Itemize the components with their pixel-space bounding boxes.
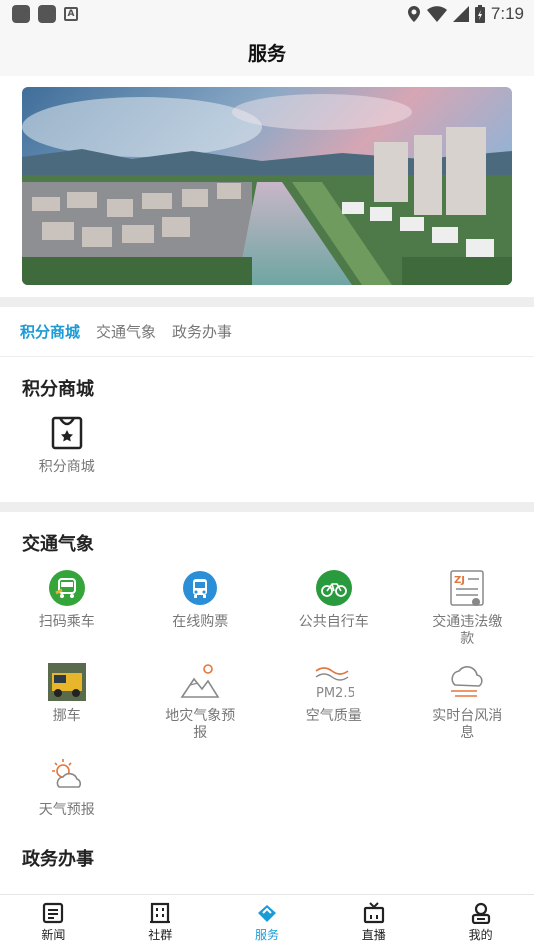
signal-icon xyxy=(452,6,469,22)
service-scan-to-ride[interactable]: 扫码乘车 xyxy=(0,568,134,648)
traffic-fine-icon: ZJ xyxy=(447,568,487,608)
banner-image[interactable] xyxy=(22,87,512,285)
typhoon-icon xyxy=(447,662,487,702)
air-quality-icon: PM2.5 xyxy=(314,662,354,702)
nav-label: 社群 xyxy=(148,928,173,942)
section-traffic-weather: 交通气象 扫码乘车 在线购票 公共自行车 ZJ 交通违法缴款 挪车 地灾气象预报… xyxy=(0,512,534,819)
section-points-mall: 积分商城 积分商城 xyxy=(0,357,534,476)
nav-label: 我的 xyxy=(468,928,493,942)
service-label: 积分商城 xyxy=(38,459,95,475)
tv-icon xyxy=(363,902,384,924)
service-typhoon-news[interactable]: 实时台风消息 xyxy=(401,662,534,742)
nav-label: 服务 xyxy=(254,928,279,942)
service-icon xyxy=(257,905,276,922)
nav-label: 新闻 xyxy=(41,928,66,942)
shopping-bag-icon xyxy=(47,413,87,453)
service-label: 在线购票 xyxy=(172,614,229,630)
service-label: 空气质量 xyxy=(305,708,362,724)
banner-container xyxy=(0,76,534,297)
service-label: 地灾气象预报 xyxy=(165,708,236,741)
service-online-ticket[interactable]: 在线购票 xyxy=(134,568,268,648)
clock: 7:19 xyxy=(490,4,524,23)
service-label: 实时台风消息 xyxy=(432,708,503,741)
location-icon xyxy=(407,6,420,22)
section-title: 交通气象 xyxy=(22,534,94,555)
section-title: 政务办事 xyxy=(22,849,94,870)
service-points-mall[interactable]: 积分商城 xyxy=(0,413,134,476)
service-traffic-fine[interactable]: ZJ 交通违法缴款 xyxy=(401,568,534,648)
weather-icon xyxy=(47,756,87,796)
a-notification-icon: A xyxy=(64,7,78,21)
service-air-quality[interactable]: PM2.5 空气质量 xyxy=(267,662,401,742)
tow-truck-icon xyxy=(47,662,87,702)
notification-icon xyxy=(38,5,56,23)
mountain-sun-icon xyxy=(180,662,220,702)
svg-text:ZJ: ZJ xyxy=(454,575,465,586)
qr-bus-icon xyxy=(47,568,87,608)
service-label: 扫码乘车 xyxy=(38,614,95,630)
tab-traffic-weather[interactable]: 交通气象 xyxy=(96,321,156,342)
tab-government-affairs[interactable]: 政务办事 xyxy=(172,321,232,342)
section-government-affairs: 政务办事 xyxy=(0,819,534,871)
profile-icon xyxy=(471,902,490,924)
category-tabs: 积分商城 交通气象 政务办事 xyxy=(0,307,534,357)
section-divider xyxy=(0,297,534,307)
service-label: 天气预报 xyxy=(38,802,95,818)
nav-service[interactable]: 服务 xyxy=(214,895,321,950)
nav-news[interactable]: 新闻 xyxy=(0,895,107,950)
wifi-icon xyxy=(426,6,447,22)
service-label: 交通违法缴款 xyxy=(432,614,503,647)
service-geo-disaster-forecast[interactable]: 地灾气象预报 xyxy=(134,662,268,742)
battery-icon xyxy=(474,5,485,23)
section-title: 积分商城 xyxy=(22,379,94,400)
service-label: 挪车 xyxy=(52,708,81,724)
tab-points-mall[interactable]: 积分商城 xyxy=(20,321,80,342)
svg-text:PM2.5: PM2.5 xyxy=(316,686,354,701)
news-icon xyxy=(43,902,64,924)
service-move-car[interactable]: 挪车 xyxy=(0,662,134,742)
nav-live[interactable]: 直播 xyxy=(320,895,427,950)
bottom-nav: 新闻 社群 服务 直播 我的 xyxy=(0,894,534,950)
bus-ticket-icon xyxy=(180,568,220,608)
bicycle-icon xyxy=(314,568,354,608)
title-bar: 服务 xyxy=(0,28,534,76)
nav-label: 直播 xyxy=(361,928,386,942)
nav-community[interactable]: 社群 xyxy=(107,895,214,950)
service-weather-forecast[interactable]: 天气预报 xyxy=(0,756,134,819)
nav-profile[interactable]: 我的 xyxy=(427,895,534,950)
notification-icon xyxy=(12,5,30,23)
community-icon xyxy=(150,902,171,924)
status-bar: A 7:19 xyxy=(0,0,534,28)
section-divider xyxy=(0,502,534,512)
service-public-bicycle[interactable]: 公共自行车 xyxy=(267,568,401,648)
service-label: 公共自行车 xyxy=(298,614,369,630)
page-title: 服务 xyxy=(247,42,286,65)
